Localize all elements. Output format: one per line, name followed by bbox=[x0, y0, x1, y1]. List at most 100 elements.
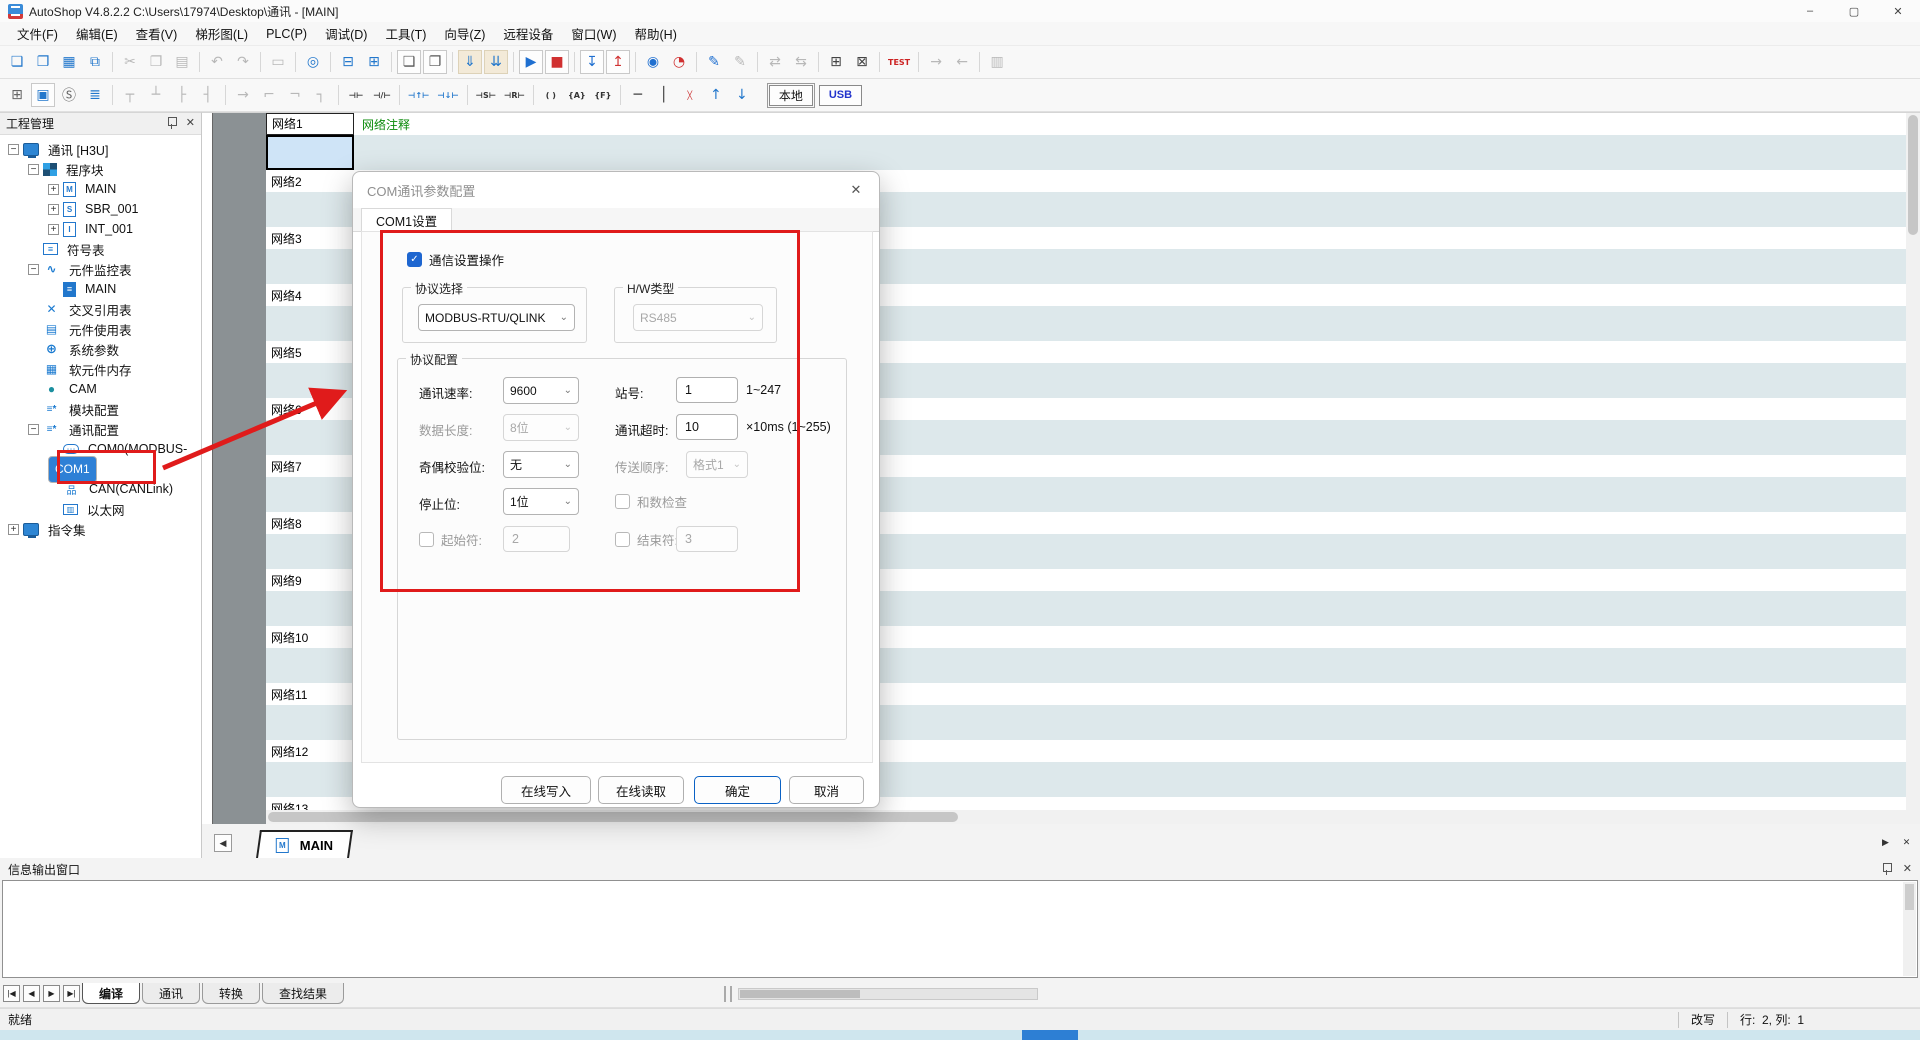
download-settings-button[interactable]: ⇓ bbox=[458, 50, 482, 74]
cancel-button[interactable]: 取消 bbox=[789, 776, 864, 804]
output-nav-1-icon[interactable]: ◀ bbox=[23, 985, 40, 1002]
tree-expander-icon[interactable]: − bbox=[28, 424, 39, 435]
pin-icon[interactable] bbox=[167, 117, 176, 130]
edit-mode-button[interactable]: ✎ bbox=[702, 50, 726, 74]
upload-program-button[interactable]: ↥ bbox=[606, 50, 630, 74]
window-cascade-button[interactable]: ❏ bbox=[397, 50, 421, 74]
menu-item-6[interactable]: 工具(T) bbox=[376, 21, 435, 46]
online-write-button[interactable]: 在线写入 bbox=[501, 776, 591, 804]
down-branch-button[interactable]: ↓ bbox=[730, 83, 754, 107]
usb-connection-button[interactable]: USB bbox=[819, 85, 862, 106]
upload-settings-button[interactable]: ⇊ bbox=[484, 50, 508, 74]
menu-item-1[interactable]: 编辑(E) bbox=[67, 21, 127, 46]
stop-plc-button[interactable]: ■ bbox=[545, 50, 569, 74]
close-icon[interactable]: ✕ bbox=[186, 118, 195, 129]
contact-set-button[interactable]: ⊣S⊢ bbox=[473, 83, 499, 107]
local-connection-button[interactable]: 本地 bbox=[769, 85, 813, 106]
contact-rising-button[interactable]: ⊣↑⊢ bbox=[405, 83, 432, 107]
network-label[interactable]: 网络8 bbox=[266, 515, 354, 532]
tree-item-main[interactable]: MAIN bbox=[0, 279, 201, 299]
minimize-button[interactable]: – bbox=[1788, 0, 1832, 22]
ok-button[interactable]: 确定 bbox=[694, 776, 781, 804]
editor-vscrollbar[interactable] bbox=[1906, 113, 1920, 824]
doc-tab-close-icon[interactable]: ✕ bbox=[1899, 835, 1914, 850]
sbr-view-button[interactable]: Ⓢ bbox=[57, 83, 81, 107]
il-view-button[interactable]: ≣ bbox=[83, 83, 107, 107]
tree-expander-icon[interactable]: + bbox=[48, 184, 59, 195]
tree-item--[interactable]: +指令集 bbox=[0, 519, 201, 539]
network-canvas[interactable] bbox=[266, 135, 1906, 170]
v-line-button[interactable]: │ bbox=[652, 83, 676, 107]
tab-com1-settings[interactable]: COM1设置 bbox=[361, 208, 452, 232]
menu-item-5[interactable]: 调试(D) bbox=[316, 21, 376, 46]
tree-item-sbr_001[interactable]: +SBR_001 bbox=[0, 199, 201, 219]
network-label[interactable]: 网络11 bbox=[266, 686, 354, 703]
tree-item-com0-modbus-[interactable]: COM0(MODBUS- bbox=[0, 439, 201, 459]
doc-tab-scroll-right-icon[interactable]: ▶ bbox=[1878, 835, 1893, 850]
tree-item-can-canlink-[interactable]: CAN(CANLink) bbox=[0, 479, 201, 499]
save-button[interactable]: ▦ bbox=[57, 50, 81, 74]
stopbits-select[interactable]: 1位⌄ bbox=[503, 488, 579, 515]
baud-select[interactable]: 9600⌄ bbox=[503, 377, 579, 404]
tree-item-com1[interactable]: COM1 bbox=[0, 459, 201, 479]
network-label[interactable]: 网络2 bbox=[266, 173, 354, 190]
dialog-close-icon[interactable]: ✕ bbox=[833, 173, 879, 207]
network-label[interactable]: 网络3 bbox=[266, 230, 354, 247]
network-label[interactable]: 网络7 bbox=[266, 458, 354, 475]
tree-expander-icon[interactable]: − bbox=[28, 164, 39, 175]
menu-item-9[interactable]: 窗口(W) bbox=[562, 21, 625, 46]
contact-reset-button[interactable]: ⊣R⊢ bbox=[501, 83, 528, 107]
network-label[interactable]: 网络6 bbox=[266, 401, 354, 418]
coil-output-button[interactable]: ( ) bbox=[539, 83, 563, 107]
output-nav-2-icon[interactable]: ▶ bbox=[43, 985, 60, 1002]
print-button[interactable]: ⊟ bbox=[336, 50, 360, 74]
output-vscrollbar[interactable] bbox=[1903, 882, 1916, 976]
timeout-input[interactable]: 10 bbox=[676, 414, 738, 440]
tree-item--[interactable]: 系统参数 bbox=[0, 339, 201, 359]
station-input[interactable]: 1 bbox=[676, 377, 738, 403]
output-tab-1[interactable]: 通讯 bbox=[142, 983, 200, 1004]
output-nav-3-icon[interactable]: ▶| bbox=[63, 985, 80, 1002]
save-all-button[interactable]: ⧉ bbox=[83, 50, 107, 74]
output-hscrollbar[interactable] bbox=[738, 988, 1038, 1000]
monitor-view-button[interactable]: ▣ bbox=[31, 83, 55, 107]
editor-hscrollbar[interactable] bbox=[266, 810, 1906, 824]
tree-item-int_001[interactable]: +INT_001 bbox=[0, 219, 201, 239]
download-program-button[interactable]: ↧ bbox=[580, 50, 604, 74]
tree-item--[interactable]: 模块配置 bbox=[0, 399, 201, 419]
menu-item-7[interactable]: 向导(Z) bbox=[435, 21, 494, 46]
tree-item--[interactable]: 交叉引用表 bbox=[0, 299, 201, 319]
startchar-checkbox[interactable] bbox=[419, 532, 434, 547]
protocol-select[interactable]: MODBUS-RTU/QLINK⌄ bbox=[418, 304, 575, 331]
selected-cell-cursor[interactable] bbox=[266, 135, 354, 170]
maximize-button[interactable]: ▢ bbox=[1832, 0, 1876, 22]
up-branch-button[interactable]: ↑ bbox=[704, 83, 728, 107]
func-instruction-button[interactable]: {F} bbox=[591, 83, 615, 107]
print-setup-button[interactable]: ⊞ bbox=[362, 50, 386, 74]
tree-item--h3u-[interactable]: −通讯 [H3U] bbox=[0, 139, 201, 159]
close-icon[interactable]: ✕ bbox=[1903, 864, 1912, 875]
output-tab-0[interactable]: 编译 bbox=[82, 983, 140, 1004]
output-message-area[interactable] bbox=[2, 880, 1918, 978]
endchar-checkbox[interactable] bbox=[615, 532, 630, 547]
menu-item-4[interactable]: PLC(P) bbox=[257, 24, 316, 44]
find-button[interactable]: ◎ bbox=[301, 50, 325, 74]
time-monitor-button[interactable]: ◔ bbox=[667, 50, 691, 74]
monitor-mode-button[interactable]: ◉ bbox=[641, 50, 665, 74]
tree-item--[interactable]: 元件使用表 bbox=[0, 319, 201, 339]
menu-item-0[interactable]: 文件(F) bbox=[8, 21, 67, 46]
network-label[interactable]: 网络4 bbox=[266, 287, 354, 304]
contact-falling-button[interactable]: ⊣↓⊢ bbox=[434, 83, 461, 107]
taskbar-app-segment[interactable] bbox=[1022, 1030, 1078, 1040]
parity-select[interactable]: 无⌄ bbox=[503, 451, 579, 478]
vscroll-thumb[interactable] bbox=[1908, 115, 1918, 235]
tab-main[interactable]: MAIN bbox=[256, 830, 353, 858]
new-file-button[interactable]: ❏ bbox=[5, 50, 29, 74]
tree-item--[interactable]: −元件监控表 bbox=[0, 259, 201, 279]
hscroll-thumb[interactable] bbox=[268, 812, 958, 822]
output-tab-3[interactable]: 查找结果 bbox=[262, 983, 344, 1004]
tree-expander-icon[interactable]: + bbox=[48, 224, 59, 235]
network-label[interactable]: 网络9 bbox=[266, 572, 354, 589]
pin-icon[interactable] bbox=[1882, 863, 1891, 876]
network-label[interactable]: 网络10 bbox=[266, 629, 354, 646]
